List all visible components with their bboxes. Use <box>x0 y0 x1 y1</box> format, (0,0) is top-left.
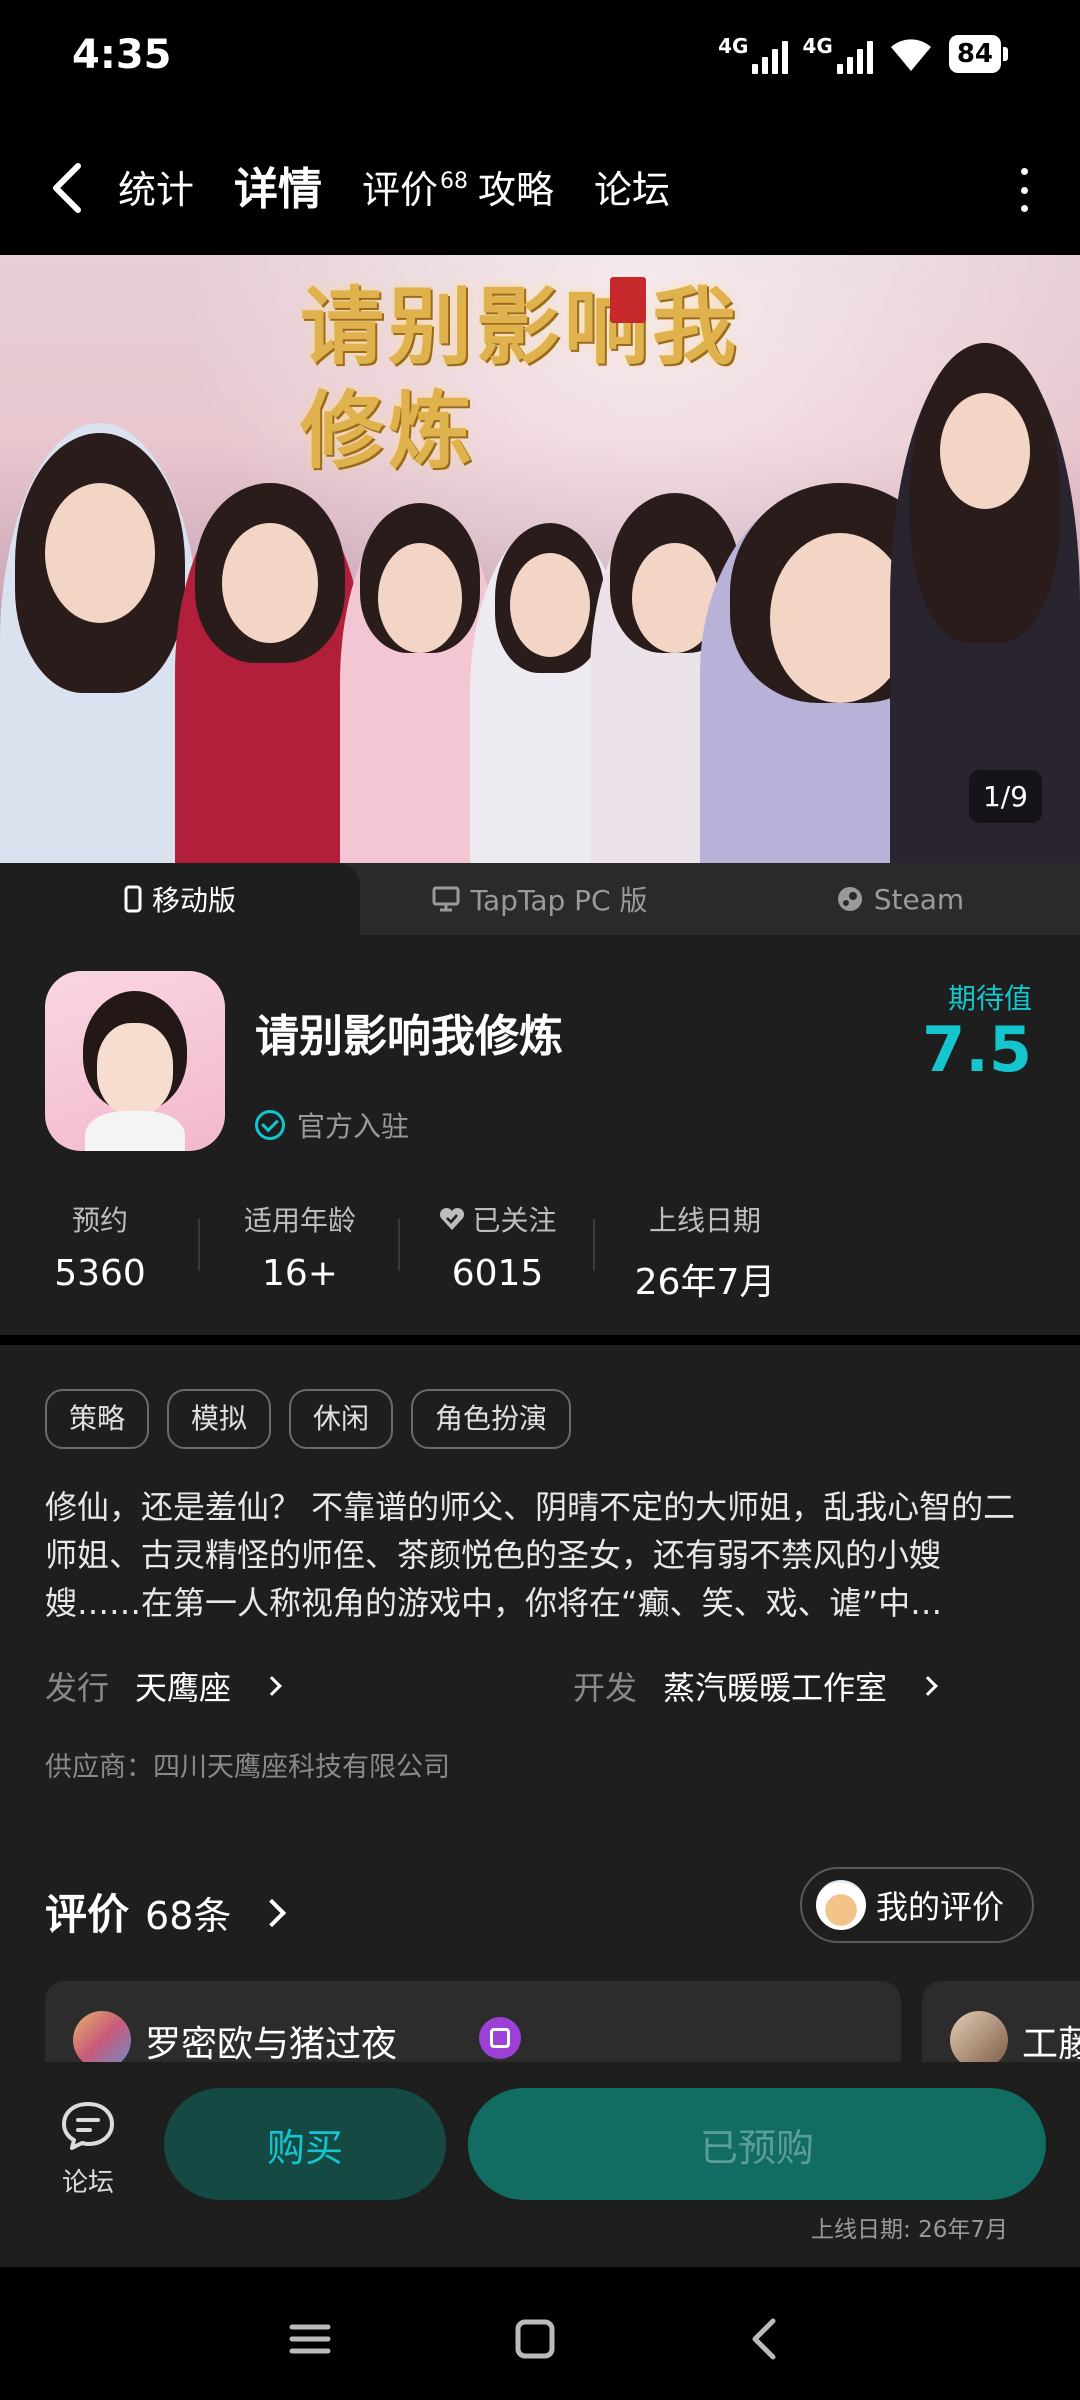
buy-button[interactable]: 购买 <box>164 2088 446 2200</box>
chevron-right-icon <box>262 1676 282 1696</box>
platform-tab-pc[interactable]: TapTap PC 版 <box>360 863 720 935</box>
platform-tab-label: Steam <box>873 882 965 916</box>
official-label: 官方入驻 <box>297 1110 410 1143</box>
back-arrow-icon[interactable] <box>44 160 94 216</box>
tab-stats[interactable]: 统计 <box>118 160 194 220</box>
credits: 发行 天鹰座 开发 蒸汽暖暖工作室 <box>45 1663 1035 1709</box>
banner-title-art: 请别影响我修炼 <box>300 277 741 480</box>
platform-tab-mobile[interactable]: 移动版 <box>0 863 360 935</box>
my-review-button[interactable]: 我的评价 <box>799 1867 1034 1943</box>
banner-figure <box>175 483 365 863</box>
game-title: 请别影响我修炼 <box>255 1011 563 1062</box>
back-icon[interactable] <box>735 2309 795 2369</box>
more-options-icon[interactable] <box>1016 168 1032 212</box>
developer-link[interactable]: 开发 蒸汽暖暖工作室 <box>573 1663 938 1709</box>
tab-guides[interactable]: 攻略 <box>478 160 554 220</box>
tag-list: 策略 模拟 休闲 角色扮演 <box>45 1389 572 1449</box>
tab-reviews-badge: 68 <box>440 169 469 194</box>
avatar <box>73 2011 131 2062</box>
official-badge[interactable]: 官方入驻 <box>255 1105 409 1145</box>
platform-tab-label: 移动版 <box>151 884 236 917</box>
tag-item[interactable]: 模拟 <box>167 1389 272 1449</box>
details-section: 策略 模拟 休闲 角色扮演 修仙，还是羞仙？ 不靠谱的师父、阴晴不定的大师姐，乱… <box>0 1345 1080 1857</box>
stat-release-date: 上线日期 26年7月 <box>634 1204 776 1303</box>
reviewer-name: 工藤 <box>1022 2024 1080 2062</box>
platform-tabs: 移动版 TapTap PC 版 Steam <box>0 863 1080 935</box>
tag-item[interactable]: 角色扮演 <box>411 1389 572 1449</box>
reviews-section: 评价 68条 我的评价 罗密欧与猪过夜 工藤 <box>0 1857 1080 2062</box>
forum-chat-icon <box>62 2102 114 2150</box>
tag-item[interactable]: 策略 <box>45 1389 150 1449</box>
home-icon[interactable] <box>505 2309 565 2369</box>
review-card[interactable]: 罗密欧与猪过夜 <box>45 1981 901 2062</box>
status-icons: 4G 4G 84 <box>718 34 1008 74</box>
check-circle-icon <box>255 1110 285 1140</box>
supplier-text: 供应商：四川天鹰座科技有限公司 <box>45 1752 450 1783</box>
platform-tab-label: TapTap PC 版 <box>470 884 648 917</box>
banner-seal <box>610 277 646 323</box>
status-bar: 4:35 4G 4G 84 <box>0 0 1080 120</box>
status-time: 4:35 <box>72 32 172 78</box>
review-card[interactable]: 工藤 <box>922 1981 1080 2062</box>
menu-icon[interactable] <box>280 2309 340 2369</box>
avatar <box>815 1880 866 1930</box>
banner-figure <box>0 423 200 863</box>
expectation-label: 期待值 <box>947 982 1032 1015</box>
game-stats: 预约 5360 适用年龄 16+ 已关注 6015 上线日期 26年7月 <box>0 1199 860 1305</box>
system-nav-bar <box>0 2267 1080 2400</box>
stat-followers[interactable]: 已关注 6015 <box>400 1199 595 1305</box>
chevron-right-icon <box>257 1898 287 1928</box>
stat-reservations: 预约 5360 <box>0 1199 200 1305</box>
tab-reviews-label: 评价 <box>362 168 439 212</box>
banner-page-counter: 1/9 <box>968 770 1042 823</box>
section-divider <box>0 1335 1080 1345</box>
tab-details[interactable]: 详情 <box>228 160 329 224</box>
release-date-note: 上线日期: 26年7月 <box>811 2217 1008 2243</box>
publisher-link[interactable]: 发行 天鹰座 <box>45 1663 282 1709</box>
reviews-header[interactable]: 评价 68条 <box>45 1881 231 1942</box>
game-info: 请别影响我修炼 官方入驻 期待值 7.5 预约 5360 适用年龄 16+ 已关… <box>0 935 1080 1335</box>
tab-forum[interactable]: 论坛 <box>594 160 670 220</box>
wifi-icon <box>890 39 931 71</box>
stat-age-rating: 适用年龄 16+ <box>200 1199 400 1305</box>
steam-icon <box>837 887 862 911</box>
badge-icon <box>479 2017 521 2059</box>
signal-icon: 4G <box>802 34 873 74</box>
phone-icon <box>124 885 142 913</box>
expectation-score: 7.5 <box>922 1013 1032 1086</box>
avatar <box>950 2011 1008 2062</box>
tag-item[interactable]: 休闲 <box>289 1389 394 1449</box>
reserved-button[interactable]: 已预购 <box>468 2088 1046 2200</box>
heart-icon <box>440 1207 465 1230</box>
action-bar: 论坛 购买 已预购 上线日期: 26年7月 <box>0 2062 1080 2267</box>
platform-tab-steam[interactable]: Steam <box>720 863 1080 935</box>
chevron-right-icon <box>918 1676 938 1696</box>
reviewer-name: 罗密欧与猪过夜 <box>145 2024 398 2062</box>
game-app-icon <box>45 971 225 1151</box>
game-description[interactable]: 修仙，还是羞仙？ 不靠谱的师父、阴晴不定的大师姐，乱我心智的二师姐、古灵精怪的师… <box>45 1483 1035 1627</box>
monitor-icon <box>432 886 460 912</box>
tab-reviews[interactable]: 评价 68 <box>362 160 468 220</box>
battery-icon: 84 <box>948 35 1008 73</box>
nav-tabs: 统计 详情 评价 68 攻略 论坛 <box>118 160 670 224</box>
top-nav: 统计 详情 评价 68 攻略 论坛 <box>0 120 1080 255</box>
forum-label: 论坛 <box>61 2168 114 2198</box>
signal-icon: 4G <box>718 34 789 74</box>
forum-button[interactable]: 论坛 <box>48 2100 128 2199</box>
banner-image[interactable]: 请别影响我修炼 1/9 <box>0 255 1080 863</box>
